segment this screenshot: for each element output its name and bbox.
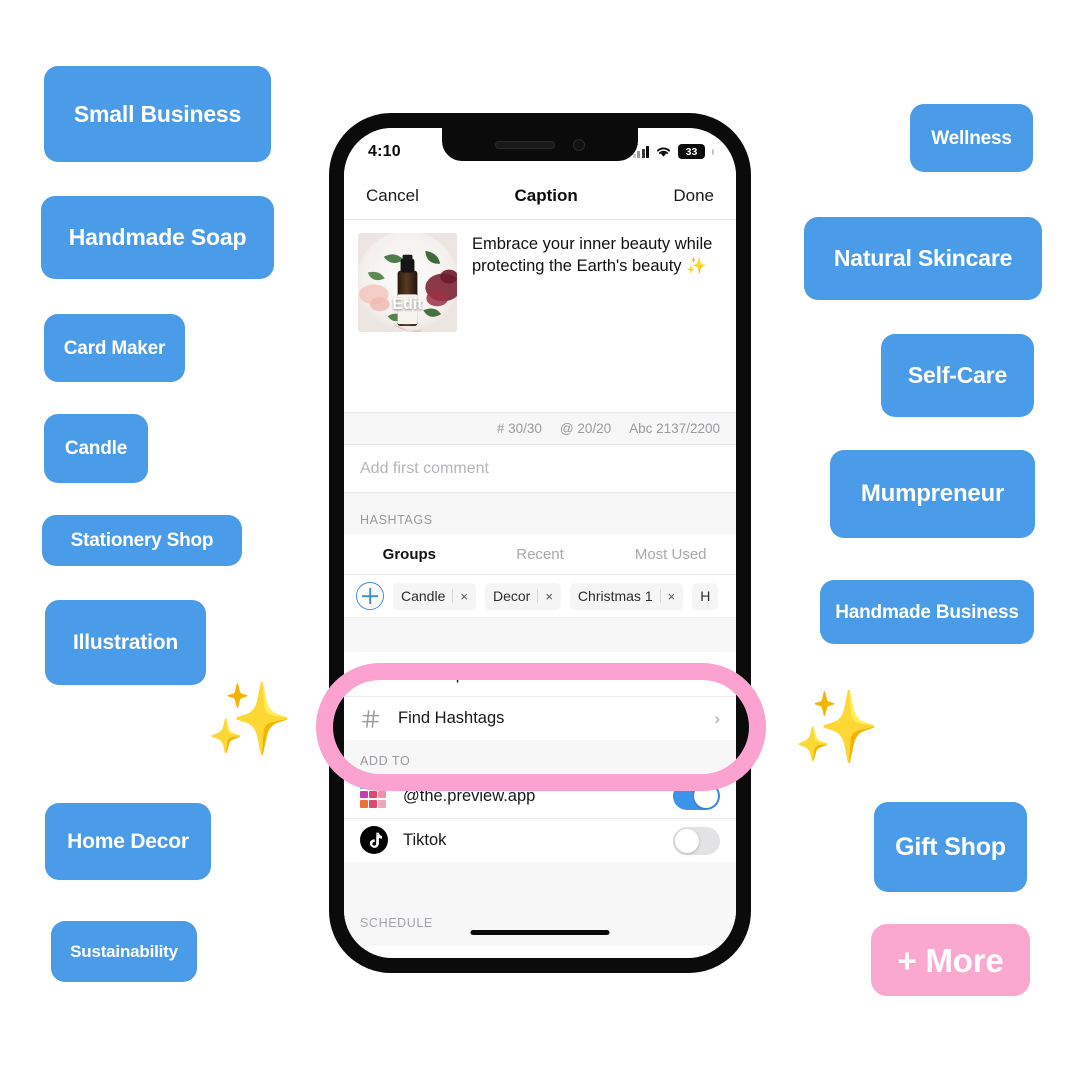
- cancel-button[interactable]: Cancel: [366, 186, 419, 206]
- tag-small-business[interactable]: Small Business: [44, 66, 271, 162]
- lines-icon: [360, 667, 382, 681]
- tag-gift-shop[interactable]: Gift Shop: [874, 802, 1027, 892]
- chevron-right-icon: ›: [714, 664, 720, 683]
- chip-christmas-1[interactable]: Christmas 1 ×: [569, 582, 684, 610]
- hash-icon: [360, 709, 382, 728]
- post-image: [358, 233, 457, 332]
- phone-mockup: 4:10 33 Cancel Caption Done Edit Embrace…: [329, 113, 751, 973]
- instagram-toggle[interactable]: [673, 782, 720, 810]
- earpiece-speaker-icon: [495, 140, 555, 149]
- done-button[interactable]: Done: [673, 186, 714, 206]
- tab-groups[interactable]: Groups: [344, 546, 475, 563]
- sparkles-icon-right: ✨: [793, 688, 881, 766]
- toggle-knob: [675, 828, 699, 853]
- tag-illustration[interactable]: Illustration: [45, 600, 206, 685]
- chevron-right-icon: ›: [714, 708, 720, 728]
- caption-editor: Edit Embrace your inner beauty while pro…: [344, 220, 736, 412]
- chip-decor[interactable]: Decor ×: [484, 582, 561, 610]
- bottom-padding: [344, 862, 736, 900]
- character-counter: Abc 2137/2200: [629, 421, 720, 436]
- tag-candle[interactable]: Candle: [44, 414, 148, 483]
- tab-most-used[interactable]: Most Used: [605, 546, 736, 563]
- battery-icon: 33: [678, 144, 705, 159]
- status-time: 4:10: [368, 142, 401, 160]
- poster-canvas: Small Business Handmade Soap Card Maker …: [0, 0, 1080, 1080]
- tag-sustainability[interactable]: Sustainability: [51, 921, 197, 982]
- home-indicator[interactable]: [470, 930, 610, 935]
- plus-circle-icon[interactable]: [356, 582, 384, 610]
- find-hashtags-row[interactable]: Find Hashtags ›: [344, 696, 736, 740]
- chip-divider: [537, 589, 539, 603]
- tab-recent[interactable]: Recent: [475, 546, 606, 563]
- post-thumbnail[interactable]: Edit: [358, 233, 457, 332]
- find-captions-row[interactable]: Find Captions ›: [344, 652, 736, 696]
- front-camera-icon: [573, 138, 585, 151]
- sparkles-icon-left: ✨: [206, 680, 294, 758]
- first-comment-field[interactable]: Add first comment: [344, 445, 736, 493]
- account-name: @the.preview.app: [403, 786, 536, 805]
- caption-text[interactable]: Embrace your inner beauty while protecti…: [472, 233, 722, 412]
- battery-tip-icon: [712, 148, 714, 155]
- tag-self-care[interactable]: Self-Care: [881, 334, 1034, 417]
- add-to-section-label: ADD TO: [344, 740, 736, 774]
- page-title: Caption: [514, 185, 578, 205]
- instagram-grid-icon: [360, 781, 389, 811]
- phone-notch: [442, 128, 638, 161]
- tag-home-decor[interactable]: Home Decor: [45, 803, 211, 880]
- hashtag-counter: # 30/30: [496, 421, 542, 436]
- tag-mumpreneur[interactable]: Mumpreneur: [830, 450, 1035, 538]
- chip-label: Christmas 1: [577, 588, 653, 604]
- phone-screen: 4:10 33 Cancel Caption Done Edit Embrace…: [344, 128, 736, 958]
- find-hashtags-label: Find Hashtags: [398, 709, 505, 727]
- account-name: Tiktok: [403, 831, 447, 849]
- tag-handmade-soap[interactable]: Handmade Soap: [41, 196, 274, 279]
- section-gap: [344, 618, 736, 652]
- chip-remove-icon[interactable]: ×: [460, 590, 468, 603]
- account-row-tiktok[interactable]: Tiktok: [344, 818, 736, 862]
- tag-more-button[interactable]: + More: [871, 924, 1030, 996]
- chip-label: Decor: [492, 588, 531, 604]
- status-indicators: 33: [632, 141, 714, 159]
- chip-candle[interactable]: Candle ×: [393, 582, 476, 610]
- hashtag-chip-row[interactable]: Candle × Decor × Christmas 1 × H: [344, 575, 736, 618]
- chip-partial[interactable]: H: [692, 582, 719, 610]
- schedule-label: SCHEDULE: [360, 916, 433, 930]
- find-actions-list: Find Captions › Find Hashtags ›: [344, 652, 736, 740]
- wifi-icon: [656, 147, 671, 157]
- toggle-knob: [694, 784, 718, 808]
- account-row-instagram[interactable]: @the.preview.app: [344, 774, 736, 818]
- tag-stationery-shop[interactable]: Stationery Shop: [42, 515, 242, 566]
- tag-handmade-business[interactable]: Handmade Business: [820, 580, 1034, 644]
- caption-counters: # 30/30 @ 20/20 Abc 2137/2200: [344, 412, 736, 445]
- hashtags-section-label: HASHTAGS: [344, 493, 736, 534]
- thumbnail-edit-label[interactable]: Edit: [358, 296, 457, 314]
- tag-card-maker[interactable]: Card Maker: [44, 314, 185, 382]
- chip-remove-icon[interactable]: ×: [668, 590, 676, 603]
- tiktok-icon: [360, 826, 389, 855]
- chip-label: Candle: [401, 588, 446, 604]
- tag-natural-skincare[interactable]: Natural Skincare: [804, 217, 1042, 300]
- chip-remove-icon[interactable]: ×: [545, 590, 553, 603]
- find-captions-label: Find Captions: [398, 664, 500, 683]
- tiktok-toggle[interactable]: [673, 826, 720, 855]
- nav-bar: Cancel Caption Done: [344, 172, 736, 220]
- chip-divider: [659, 589, 661, 603]
- chip-divider: [452, 589, 454, 603]
- mention-counter: @ 20/20: [559, 421, 612, 436]
- hashtag-tabs: Groups Recent Most Used: [344, 534, 736, 575]
- schedule-bar: SCHEDULE: [344, 900, 736, 946]
- chip-label: H: [700, 588, 711, 604]
- tag-wellness[interactable]: Wellness: [910, 104, 1033, 172]
